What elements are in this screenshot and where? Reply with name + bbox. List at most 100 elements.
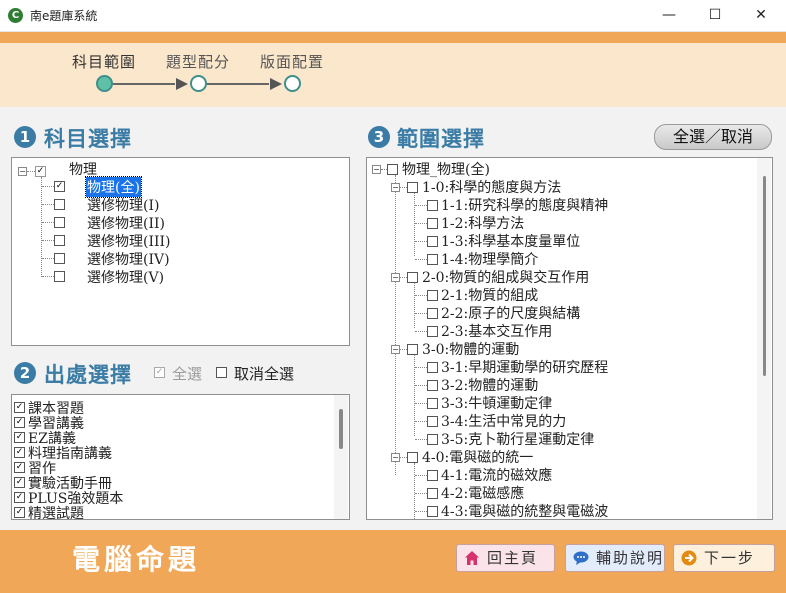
collapse-icon[interactable]: − — [391, 453, 400, 462]
subject-item[interactable]: 選修物理(II) — [87, 213, 165, 233]
chapter-checkbox[interactable] — [407, 182, 418, 193]
section-item[interactable]: 3-4:生活中常見的力 — [441, 411, 566, 431]
toggle-all-button[interactable]: 全選／取消 — [654, 124, 772, 150]
maximize-button[interactable]: ☐ — [692, 0, 738, 31]
section-checkbox[interactable] — [427, 434, 438, 445]
tree-connector — [415, 205, 427, 206]
section-item[interactable]: 4-1:電流的磁效應 — [441, 465, 552, 485]
arrow-right-circle-icon — [681, 550, 697, 566]
subject-root-checkbox[interactable]: ✓ — [35, 166, 46, 177]
close-button[interactable]: ✕ — [738, 0, 784, 31]
subject-item[interactable]: 選修物理(III) — [87, 231, 171, 251]
tree-connector — [42, 276, 54, 277]
section-checkbox[interactable] — [427, 506, 438, 517]
collapse-icon[interactable]: − — [391, 345, 400, 354]
step-question-types: 題型配分 — [166, 53, 231, 71]
section-checkbox[interactable] — [427, 200, 438, 211]
section-number-badge: 1 — [14, 126, 36, 148]
section-checkbox[interactable] — [427, 236, 438, 247]
section-item[interactable]: 3-2:物體的運動 — [441, 375, 538, 395]
subject-item[interactable]: 選修物理(I) — [87, 195, 159, 215]
footer-title: 電腦命題 — [72, 543, 201, 576]
scope-tree: − 物理_物理(全) − 1-0:科學的態度與方法 1-1:研究科學的態度與精神… — [366, 157, 773, 520]
subject-checkbox[interactable]: ✓ — [54, 181, 65, 192]
section-item[interactable]: 4-2:電磁感應 — [441, 483, 524, 503]
chapter-checkbox[interactable] — [407, 344, 418, 355]
wizard-stepper: 科目範圍 題型配分 版面配置 — [0, 43, 786, 107]
section-item[interactable]: 4-3:電與磁的統整與電磁波 — [441, 501, 608, 519]
select-all-checkbox[interactable]: ✓ — [154, 367, 165, 378]
subject-item-physics-all[interactable]: 物理(全) — [85, 176, 142, 198]
tree-connector — [42, 186, 54, 187]
chapter-checkbox[interactable] — [407, 272, 418, 283]
section-checkbox[interactable] — [427, 308, 438, 319]
section-checkbox[interactable] — [427, 254, 438, 265]
section-checkbox[interactable] — [427, 218, 438, 229]
source-checkbox[interactable]: ✓ — [14, 507, 25, 518]
section-checkbox[interactable] — [427, 326, 438, 337]
subject-checkbox[interactable] — [54, 253, 65, 264]
chapter-item[interactable]: 3-0:物體的運動 — [422, 339, 519, 359]
step-arrow-icon — [270, 78, 282, 90]
source-checkbox[interactable]: ✓ — [14, 417, 25, 428]
tree-connector — [41, 177, 42, 277]
tree-connector — [400, 457, 407, 458]
section-checkbox[interactable] — [427, 488, 438, 499]
tree-connector — [415, 295, 427, 296]
source-checkbox[interactable]: ✓ — [14, 432, 25, 443]
section-item[interactable]: 1-4:物理學簡介 — [441, 249, 538, 269]
help-button[interactable]: 輔助說明 — [565, 544, 665, 572]
source-checkbox[interactable]: ✓ — [14, 477, 25, 488]
source-checkbox[interactable]: ✓ — [14, 462, 25, 473]
chapter-item[interactable]: 4-0:電與磁的統一 — [422, 447, 533, 467]
subject-item[interactable]: 選修物理(V) — [87, 267, 164, 287]
collapse-icon[interactable]: − — [391, 273, 400, 282]
collapse-icon[interactable]: − — [372, 165, 381, 174]
source-checkbox[interactable]: ✓ — [14, 402, 25, 413]
subject-checkbox[interactable] — [54, 217, 65, 228]
chapter-checkbox[interactable] — [407, 452, 418, 463]
source-checkbox[interactable]: ✓ — [14, 492, 25, 503]
minimize-button[interactable]: — — [646, 0, 692, 31]
chapter-item[interactable]: 2-0:物質的組成與交互作用 — [422, 267, 589, 287]
section-item[interactable]: 1-1:研究科學的態度與精神 — [441, 195, 608, 215]
scroll-thumb[interactable] — [763, 176, 766, 376]
step-arrow-icon — [176, 78, 188, 90]
source-scrollbar[interactable] — [334, 395, 348, 519]
section-item[interactable]: 2-3:基本交互作用 — [441, 321, 552, 341]
section-item[interactable]: 3-3:牛頓運動定律 — [441, 393, 552, 413]
subject-item[interactable]: 選修物理(IV) — [87, 249, 170, 269]
scroll-thumb[interactable] — [339, 409, 343, 449]
section-item[interactable]: 3-1:早期運動學的研究歷程 — [441, 357, 608, 377]
section-item[interactable]: 2-2:原子的尺度與結構 — [441, 303, 580, 323]
source-checkbox[interactable]: ✓ — [14, 447, 25, 458]
section-item[interactable]: 1-3:科學基本度量單位 — [441, 231, 580, 251]
section-item[interactable]: 1-2:科學方法 — [441, 213, 524, 233]
deselect-all-checkbox[interactable] — [216, 367, 227, 378]
tree-connector — [415, 403, 427, 404]
section-item[interactable]: 3-5:克卜勒行星運動定律 — [441, 429, 594, 449]
section-checkbox[interactable] — [427, 362, 438, 373]
section-checkbox[interactable] — [427, 290, 438, 301]
section-checkbox[interactable] — [427, 398, 438, 409]
subject-checkbox[interactable] — [54, 199, 65, 210]
step-dot — [190, 75, 207, 92]
section-checkbox[interactable] — [427, 470, 438, 481]
scope-root-checkbox[interactable] — [387, 164, 398, 175]
header-accent-bar — [0, 32, 786, 43]
section-item[interactable]: 2-1:物質的組成 — [441, 285, 538, 305]
scope-root-label[interactable]: 物理_物理(全) — [402, 159, 490, 179]
scope-scrollbar[interactable] — [757, 158, 771, 519]
section-checkbox[interactable] — [427, 416, 438, 427]
chapter-item[interactable]: 1-0:科學的態度與方法 — [422, 177, 561, 197]
collapse-icon[interactable]: − — [391, 183, 400, 192]
collapse-icon[interactable]: − — [18, 167, 27, 176]
subject-root-label[interactable]: 物理 — [69, 159, 97, 179]
home-button[interactable]: 回主頁 — [456, 544, 555, 572]
tree-connector — [27, 171, 35, 172]
section-number-badge: 2 — [14, 362, 36, 384]
subject-checkbox[interactable] — [54, 235, 65, 246]
next-button[interactable]: 下一步 — [673, 544, 775, 572]
subject-checkbox[interactable] — [54, 271, 65, 282]
section-checkbox[interactable] — [427, 380, 438, 391]
